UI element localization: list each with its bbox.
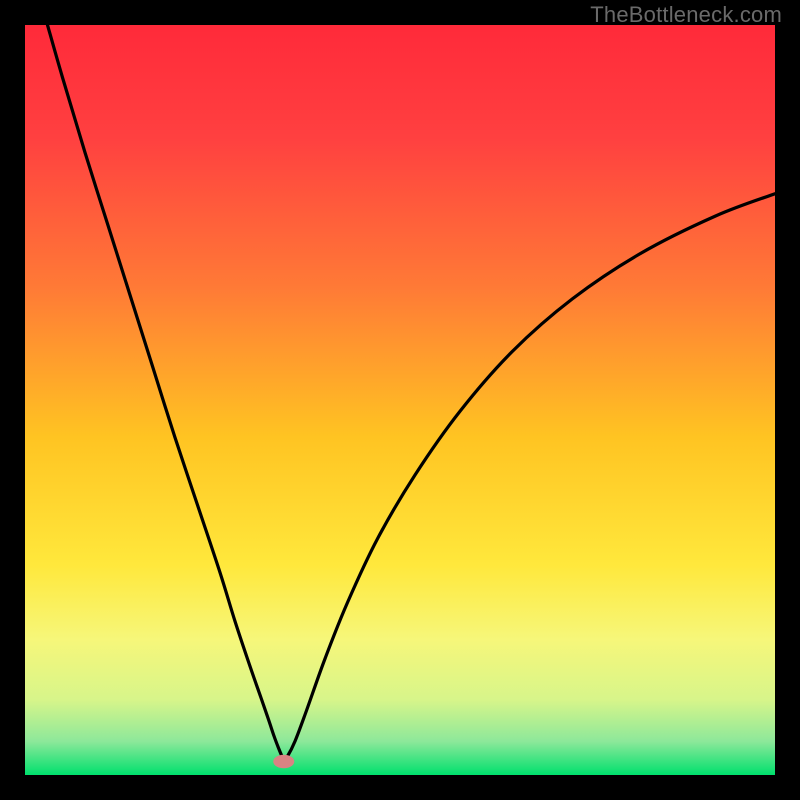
chart-frame: TheBottleneck.com <box>0 0 800 800</box>
watermark-text: TheBottleneck.com <box>590 2 782 28</box>
minimum-marker <box>273 755 294 769</box>
plot-area <box>25 25 775 775</box>
bottleneck-chart <box>25 25 775 775</box>
gradient-background <box>25 25 775 775</box>
